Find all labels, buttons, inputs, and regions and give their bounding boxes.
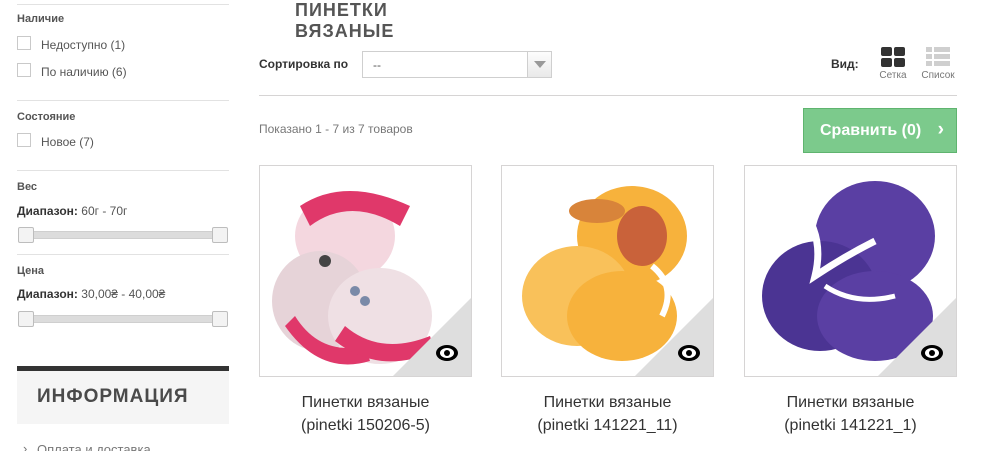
compare-button-label: Сравнить (0) — [820, 122, 922, 139]
product-image[interactable] — [744, 165, 957, 377]
filter-option-in-stock[interactable]: По наличию (6) — [17, 63, 127, 80]
page-title-line1: ПИНЕТКИ — [295, 0, 388, 20]
range-label: Диапазон: — [17, 287, 78, 301]
info-link-payment-delivery[interactable]: Оплата и доставка — [23, 441, 151, 451]
quick-view-corner[interactable] — [878, 298, 956, 376]
price-slider[interactable] — [18, 311, 228, 327]
grid-icon — [881, 47, 905, 67]
weight-slider[interactable] — [18, 227, 228, 243]
product-name[interactable]: Пинетки вязаные (pinetki 141221_11) — [501, 391, 714, 437]
chevron-right-icon: › — [937, 119, 944, 140]
chevron-down-icon — [534, 61, 546, 68]
filter-heading-availability: Наличие — [17, 13, 65, 25]
filter-option-new[interactable]: Новое (7) — [17, 133, 94, 150]
view-label: Вид: — [831, 57, 859, 71]
sort-label: Сортировка по — [259, 57, 349, 71]
sidebar-divider — [17, 254, 229, 255]
page-title: ПИНЕТКИ ВЯЗАНЫЕ — [295, 0, 394, 42]
checkbox[interactable] — [17, 36, 31, 50]
quick-view-corner[interactable] — [393, 298, 471, 376]
product-name[interactable]: Пинетки вязаные (pinetki 150206-5) — [259, 391, 472, 437]
product-name-line1: Пинетки вязаные — [301, 394, 430, 411]
checkbox[interactable] — [17, 133, 31, 147]
product-name-line1: Пинетки вязаные — [543, 394, 672, 411]
product-name[interactable]: Пинетки вязаные (pinetki 141221_1) — [744, 391, 957, 437]
view-grid-label: Сетка — [879, 70, 907, 81]
slider-handle-max[interactable] — [212, 227, 228, 243]
eye-icon[interactable] — [435, 344, 459, 362]
range-value: 30,00₴ - 40,00₴ — [81, 287, 166, 301]
view-list-button[interactable]: Список — [918, 47, 958, 81]
price-range-text: Диапазон: 30,00₴ - 40,00₴ — [17, 287, 165, 301]
product-name-line2: (pinetki 141221_1) — [784, 417, 917, 434]
results-count: Показано 1 - 7 из 7 товаров — [259, 122, 413, 136]
sidebar-divider — [17, 4, 229, 5]
slider-handle-min[interactable] — [18, 311, 34, 327]
filter-option-label: Недоступно (1) — [41, 38, 126, 52]
quick-view-corner[interactable] — [635, 298, 713, 376]
eye-icon[interactable] — [920, 344, 944, 362]
product-image[interactable] — [259, 165, 472, 377]
sort-select-value: -- — [373, 58, 381, 72]
left-sidebar: Наличие Недоступно (1) По наличию (6) Со… — [0, 0, 240, 451]
product-card[interactable]: Пинетки вязаные (pinetki 141221_11) — [501, 165, 714, 437]
slider-handle-max[interactable] — [212, 311, 228, 327]
compare-button[interactable]: Сравнить (0) › — [803, 108, 957, 153]
sort-select[interactable]: -- — [362, 51, 552, 78]
product-name-line2: (pinetki 150206-5) — [301, 417, 430, 434]
filter-option-label: Новое (7) — [41, 135, 94, 149]
range-value: 60г - 70г — [81, 204, 128, 218]
sort-dropdown-button[interactable] — [527, 52, 551, 77]
filter-heading-price: Цена — [17, 265, 45, 277]
weight-range-text: Диапазон: 60г - 70г — [17, 204, 127, 218]
product-card[interactable]: Пинетки вязаные (pinetki 141221_1) — [744, 165, 957, 437]
page-title-line2: ВЯЗАНЫЕ — [295, 21, 395, 41]
list-icon — [926, 47, 950, 67]
product-name-line2: (pinetki 141221_11) — [537, 417, 678, 434]
product-name-line1: Пинетки вязаные — [786, 394, 915, 411]
sidebar-divider — [17, 100, 229, 101]
view-grid-button[interactable]: Сетка — [873, 47, 913, 81]
view-list-label: Список — [921, 70, 955, 81]
eye-icon[interactable] — [677, 344, 701, 362]
info-block: ИНФОРМАЦИЯ — [17, 366, 229, 424]
filter-option-label: По наличию (6) — [41, 65, 127, 79]
filter-option-unavailable[interactable]: Недоступно (1) — [17, 36, 126, 53]
filter-heading-condition: Состояние — [17, 111, 76, 123]
product-image[interactable] — [501, 165, 714, 377]
range-label: Диапазон: — [17, 204, 78, 218]
checkbox[interactable] — [17, 63, 31, 77]
sidebar-divider — [17, 170, 229, 171]
toolbar-divider — [259, 95, 957, 96]
filter-heading-weight: Вес — [17, 181, 38, 193]
slider-handle-min[interactable] — [18, 227, 34, 243]
info-title: ИНФОРМАЦИЯ — [37, 386, 189, 407]
product-card[interactable]: Пинетки вязаные (pinetki 150206-5) — [259, 165, 472, 437]
